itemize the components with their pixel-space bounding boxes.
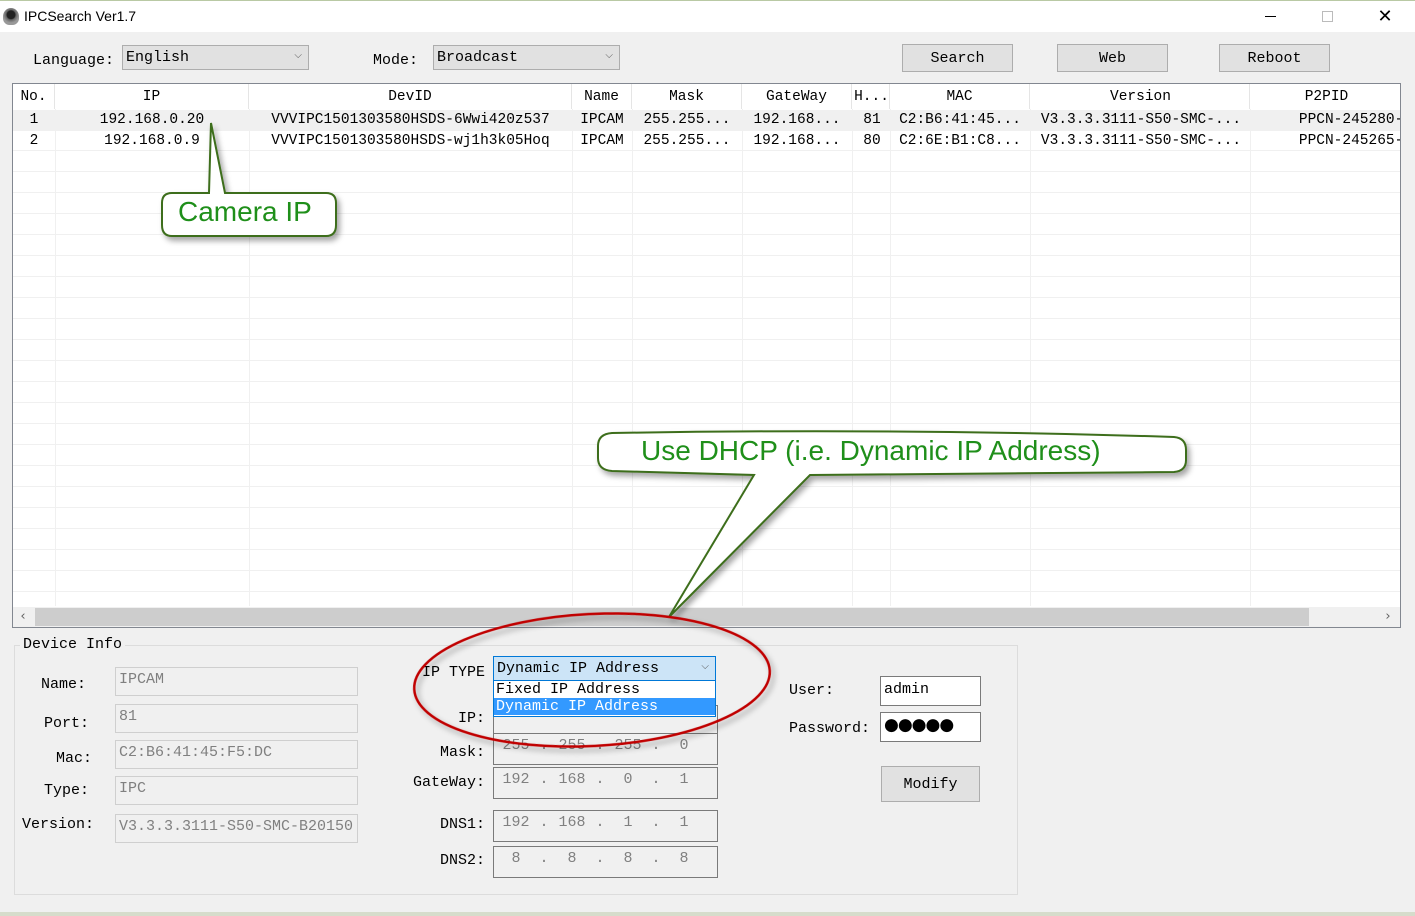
dhcp-callout-text: Use DHCP (i.e. Dynamic IP Address) [641, 435, 1101, 466]
camera-ip-callout-text: Camera IP [178, 196, 312, 227]
highlight-ellipse [412, 612, 772, 748]
